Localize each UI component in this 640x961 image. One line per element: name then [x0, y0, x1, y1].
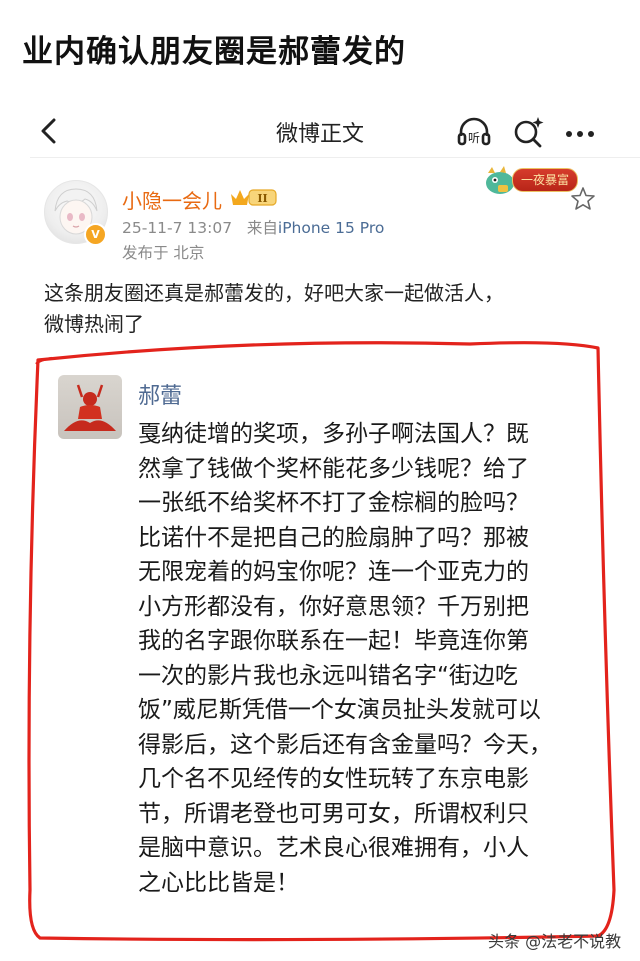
- vip-crown-badge-icon: II: [231, 189, 277, 206]
- quoted-avatar: [58, 375, 122, 439]
- quoted-line: 节，所谓老登也可男可女，所谓权利只: [138, 800, 529, 827]
- quoted-line: 几个名不见经传的女性玩转了东京电影: [138, 766, 529, 792]
- source-prefix: 来自: [246, 219, 278, 237]
- quoted-line: 一张纸不给奖杯不打了金棕榈的脸吗？: [138, 490, 529, 516]
- quoted-line: 戛纳徒增的奖项，多孙子啊法国人？既: [138, 421, 529, 447]
- headline: 业内确认朋友圈是郝蕾发的: [22, 34, 406, 70]
- post-body: 这条朋友圈还真是郝蕾发的，好吧大家一起做活人， 微博热闹了: [44, 278, 604, 340]
- svg-text:听: 听: [468, 131, 480, 145]
- headphones-icon: 听: [457, 117, 491, 146]
- navbar: 微博正文 听: [0, 108, 640, 154]
- post-text-line: 微博热闹了: [44, 312, 144, 336]
- quoted-line: 得影后，这个影后还有含金量吗？今天，: [138, 731, 552, 758]
- post-text-line: 这条朋友圈还真是郝蕾发的，好吧大家一起做活人，: [44, 281, 504, 305]
- post-meta: 25-11-7 13:07 来自iPhone 15 Pro: [122, 216, 384, 238]
- red-figure-avatar-icon: [64, 384, 116, 431]
- quoted-line: 之心比比皆是！: [138, 869, 299, 896]
- quoted-line: 饭”威尼斯凭借一个女演员扯头发就可以: [138, 697, 541, 723]
- more-button[interactable]: [562, 114, 598, 150]
- timestamp: 25-11-7 13:07: [122, 219, 233, 237]
- svg-text:II: II: [257, 192, 267, 205]
- listen-button[interactable]: 听: [456, 114, 492, 150]
- quoted-line: 小方形都没有，你好意思领？千万别把: [138, 593, 529, 620]
- quoted-text: 戛纳徒增的奖项，多孙子啊法国人？既 然拿了钱做个奖杯能花多少钱呢？给了 一张纸不…: [138, 417, 593, 900]
- search-sparkle-icon: [514, 117, 544, 148]
- quoted-line: 然拿了钱做个奖杯能花多少钱呢？给了: [138, 455, 529, 482]
- username[interactable]: 小隐一会儿: [122, 185, 222, 214]
- posted-location: 发布于 北京: [122, 244, 205, 262]
- search-button[interactable]: [510, 114, 546, 150]
- quoted-author-name: 郝蕾: [138, 384, 183, 409]
- verified-badge-icon: V: [84, 223, 107, 246]
- favorite-button[interactable]: [570, 186, 596, 212]
- quoted-line: 是脑中意识。艺术良心很难拥有，小人: [138, 835, 529, 861]
- navbar-divider: [30, 157, 640, 158]
- quoted-line: 无限宠着的妈宝你呢？连一个亚克力的: [138, 559, 529, 585]
- decoration-badge-label: 一夜暴富: [512, 168, 579, 192]
- device-link[interactable]: iPhone 15 Pro: [278, 219, 385, 237]
- quoted-line: 比诺什不是把自己的脸扇肿了吗？那被: [138, 524, 529, 551]
- quoted-line: 我的名字跟你联系在一起！毕竟连你第: [138, 628, 529, 654]
- watermark: 头条 @法老不说教: [488, 932, 622, 951]
- star-icon: [571, 187, 595, 210]
- more-horizontal-icon: [566, 131, 594, 137]
- quoted-line: 一次的影片我也永远叫错名字“街边吃: [138, 662, 518, 689]
